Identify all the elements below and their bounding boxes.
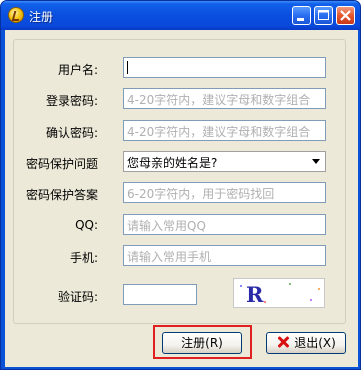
security-answer-input[interactable]: 6-20字符内，用于密码找回	[123, 182, 326, 203]
phone-input[interactable]: 请输入常用手机	[123, 245, 326, 266]
maximize-button[interactable]	[314, 6, 333, 25]
red-x-icon	[276, 335, 290, 349]
confirm-password-input[interactable]: 4-20字符内，建议字母和数字组合	[123, 120, 326, 141]
text-caret	[127, 61, 128, 74]
security-answer-label: 密码保护答案	[25, 188, 98, 202]
client-area: 用户名: 登录密码: 4-20字符内，建议字母和数字组合 确认密码: 4-20字…	[5, 30, 358, 367]
captcha-input[interactable]	[123, 284, 197, 305]
confirm-password-label: 确认密码:	[45, 126, 98, 140]
security-question-value: 您母亲的姓名是?	[127, 156, 218, 170]
window-title: 注册	[29, 10, 54, 24]
password-placeholder: 4-20字符内，建议字母和数字组合	[127, 93, 311, 107]
qq-placeholder: 请输入常用QQ	[127, 219, 206, 233]
close-button[interactable]	[336, 6, 355, 25]
close-icon	[340, 10, 351, 21]
qq-input[interactable]: 请输入常用QQ	[123, 214, 326, 235]
chevron-down-icon[interactable]	[312, 159, 320, 164]
phone-placeholder: 请输入常用手机	[127, 250, 212, 264]
exit-button[interactable]: 退出(X)	[266, 332, 346, 354]
confirm-password-placeholder: 4-20字符内，建议字母和数字组合	[127, 125, 311, 139]
password-label: 登录密码:	[45, 94, 98, 108]
form-group-box: 用户名: 登录密码: 4-20字符内，建议字母和数字组合 确认密码: 4-20字…	[13, 39, 346, 324]
security-question-select[interactable]: 您母亲的姓名是?	[123, 151, 326, 172]
captcha-image[interactable]: R F5F	[233, 278, 325, 308]
app-icon	[8, 7, 24, 23]
qq-label: QQ:	[75, 218, 98, 232]
captcha-text: R F5F	[246, 282, 266, 307]
title-bar[interactable]: 注册	[1, 1, 360, 30]
minimize-icon	[297, 18, 304, 21]
phone-label: 手机:	[69, 251, 98, 265]
minimize-button[interactable]	[292, 6, 311, 25]
captcha-label: 验证码:	[57, 290, 98, 304]
register-button[interactable]: 注册(R)	[162, 332, 242, 354]
username-label: 用户名:	[57, 63, 98, 77]
register-window: 注册 用户名: 登录密码: 4-20字符内，建议字母和数字组合 确认密码: 4-…	[0, 0, 361, 370]
security-question-label: 密码保护问题	[25, 157, 98, 171]
maximize-icon	[318, 10, 329, 20]
username-input[interactable]	[123, 57, 326, 78]
security-answer-placeholder: 6-20字符内，用于密码找回	[127, 187, 275, 201]
password-input[interactable]: 4-20字符内，建议字母和数字组合	[123, 88, 326, 109]
noise-dot	[240, 285, 242, 287]
